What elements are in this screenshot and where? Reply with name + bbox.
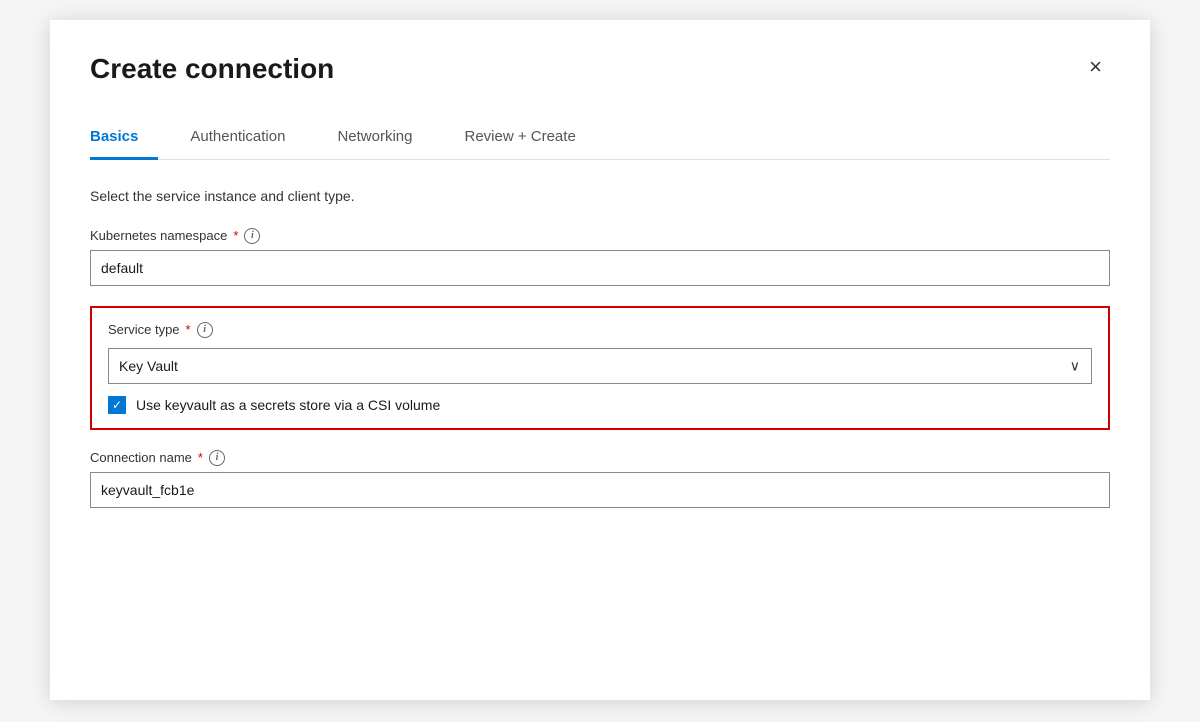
kubernetes-namespace-info-icon[interactable]: i [244,228,260,244]
tab-authentication[interactable]: Authentication [190,118,305,160]
kubernetes-namespace-input[interactable] [90,250,1110,286]
tab-networking[interactable]: Networking [337,118,432,160]
checkmark-icon: ✓ [112,399,122,411]
form-subtitle: Select the service instance and client t… [90,188,1110,204]
connection-name-group: Connection name * i [90,450,1110,508]
service-type-select[interactable]: Key Vault App Configuration SQL Database… [108,348,1092,384]
kubernetes-namespace-group: Kubernetes namespace * i [90,228,1110,286]
service-type-info-icon[interactable]: i [197,322,213,338]
checkbox-row: ✓ Use keyvault as a secrets store via a … [108,396,1092,414]
kubernetes-namespace-required: * [233,228,238,243]
kubernetes-namespace-label-text: Kubernetes namespace [90,228,227,243]
service-type-required: * [186,322,191,337]
connection-name-label-text: Connection name [90,450,192,465]
service-type-box: Service type * i Key Vault App Configura… [90,306,1110,430]
close-button[interactable]: × [1081,52,1110,82]
connection-name-info-icon[interactable]: i [209,450,225,466]
keyvault-csi-label: Use keyvault as a secrets store via a CS… [136,397,440,413]
connection-name-label: Connection name * i [90,450,1110,466]
connection-name-input[interactable] [90,472,1110,508]
keyvault-csi-checkbox[interactable]: ✓ [108,396,126,414]
dialog-title: Create connection [90,52,334,86]
tab-review-create[interactable]: Review + Create [464,118,595,160]
tab-basics[interactable]: Basics [90,118,158,160]
tab-bar: Basics Authentication Networking Review … [90,118,1110,160]
connection-name-required: * [198,450,203,465]
service-type-select-wrapper: Key Vault App Configuration SQL Database… [108,348,1092,384]
service-type-label-text: Service type [108,322,180,337]
kubernetes-namespace-label: Kubernetes namespace * i [90,228,1110,244]
dialog-header: Create connection × [90,52,1110,86]
service-type-label: Service type * i [108,322,1092,338]
create-connection-dialog: Create connection × Basics Authenticatio… [50,20,1150,700]
